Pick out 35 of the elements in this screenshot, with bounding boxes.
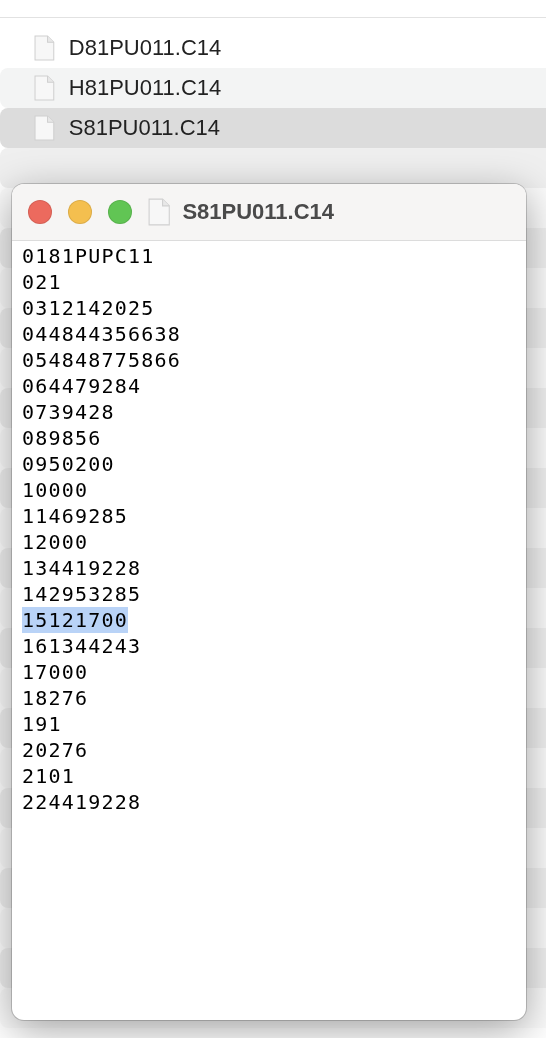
file-icon	[34, 75, 55, 101]
text-line: 161344243	[22, 633, 142, 659]
file-icon	[148, 198, 171, 226]
text-line: 12000	[22, 529, 89, 555]
zoom-button[interactable]	[108, 200, 132, 224]
text-line: 054848775866	[22, 347, 181, 373]
file-row[interactable]: H81PU011.C14	[0, 68, 546, 108]
text-line: 10000	[22, 477, 89, 503]
text-line: 0739428	[22, 399, 115, 425]
text-line: 044844356638	[22, 321, 181, 347]
file-row[interactable]: D81PU011.C14	[0, 28, 546, 68]
text-line: 064479284	[22, 373, 142, 399]
text-line: 0181PUPC11	[22, 243, 155, 269]
text-line: 021	[22, 269, 62, 295]
text-line: 142953285	[22, 581, 142, 607]
text-line: 20276	[22, 737, 89, 763]
text-line: 224419228	[22, 789, 142, 815]
file-icon	[34, 35, 55, 61]
window-title: S81PU011.C14	[182, 199, 335, 225]
file-name: H81PU011.C14	[68, 75, 222, 101]
text-line: 11469285	[22, 503, 128, 529]
text-line: 17000	[22, 659, 89, 685]
text-line: 089856	[22, 425, 102, 451]
text-line: 0950200	[22, 451, 115, 477]
file-icon	[34, 115, 55, 141]
text-line: 191	[22, 711, 62, 737]
text-line: 18276	[22, 685, 89, 711]
close-button[interactable]	[28, 200, 52, 224]
minimize-button[interactable]	[68, 200, 92, 224]
text-line: 2101	[22, 763, 75, 789]
text-line: 134419228	[22, 555, 142, 581]
file-row[interactable]: S81PU011.C14	[0, 108, 546, 148]
text-line: 0312142025	[22, 295, 155, 321]
file-name: D81PU011.C14	[68, 35, 222, 61]
file-name: S81PU011.C14	[68, 115, 221, 141]
